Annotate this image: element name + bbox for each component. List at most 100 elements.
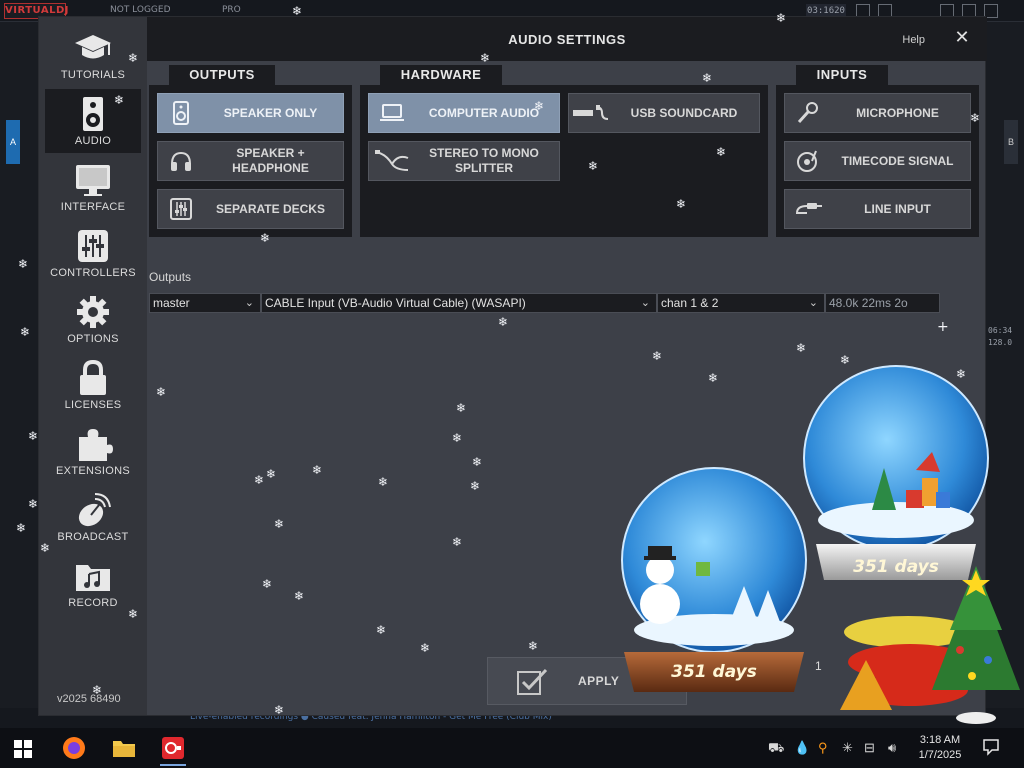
tray-drop-icon[interactable]: 💧 — [794, 740, 810, 756]
dialog-title: AUDIO SETTINGS — [508, 32, 626, 47]
sidebar-item-broadcast[interactable]: BROADCAST — [45, 485, 141, 549]
sidebar-item-audio[interactable]: AUDIO — [45, 89, 141, 153]
button-label-line1: SPEAKER + — [236, 146, 305, 160]
usb-soundcard-button[interactable]: USB SOUNDCARD — [568, 93, 760, 133]
volume-icon[interactable]: 🔊︎ — [888, 740, 896, 756]
sidebar-item-label: TUTORIALS — [60, 69, 126, 81]
globe-counter-text: 351 days — [853, 557, 939, 577]
hardware-tab: HARDWARE — [380, 65, 502, 85]
windows-taskbar: ⛟ 💧 ⚲ ✳ ⊟ 🔊︎ 3:18 AM 1/7/2025 — [0, 728, 1024, 768]
computer-audio-button[interactable]: COMPUTER AUDIO — [368, 93, 560, 133]
monitor-icon — [76, 165, 110, 196]
deck-a-tab[interactable]: A — [6, 120, 20, 164]
outputs-section-label: Outputs — [149, 270, 192, 284]
sidebar-item-label: INTERFACE — [60, 201, 126, 213]
taskbar-clock[interactable]: 3:18 AM 1/7/2025 — [912, 733, 968, 763]
active-app-indicator — [160, 764, 186, 766]
output-channels-select[interactable]: chan 1 & 2 ⌄ — [657, 293, 825, 313]
virtualdj-icon[interactable] — [161, 736, 185, 760]
notification-icon[interactable] — [982, 738, 1000, 756]
select-value: master — [153, 296, 190, 310]
select-value: chan 1 & 2 — [661, 296, 719, 310]
chevron-down-icon: ⌄ — [244, 297, 254, 309]
speaker-only-button[interactable]: SPEAKER ONLY — [157, 93, 344, 133]
timecode-signal-button[interactable]: TIMECODE SIGNAL — [784, 141, 971, 181]
line-input-button[interactable]: LINE INPUT — [784, 189, 971, 229]
button-label: MICROPHONE — [856, 105, 939, 120]
sidebar-item-label: AUDIO — [74, 135, 112, 147]
button-label: TIMECODE SIGNAL — [841, 153, 954, 168]
splitter-cable-icon — [375, 150, 409, 171]
background-window-button[interactable] — [984, 4, 998, 18]
version-label: v2025 68490 — [57, 693, 121, 705]
button-label: COMPUTER AUDIO — [428, 105, 540, 120]
sidebar-item-extensions[interactable]: EXTENSIONS — [45, 419, 141, 483]
clock-time: 3:18 AM — [919, 734, 961, 746]
gear-icon — [77, 296, 109, 328]
background-time-readout: 06:34 — [988, 326, 1013, 335]
chevron-down-icon: ⌄ — [640, 297, 650, 309]
sidebar-item-label: OPTIONS — [67, 333, 119, 345]
globe-counter-text: 351 days — [671, 662, 757, 682]
sidebar-item-record[interactable]: RECORD — [45, 551, 141, 615]
sidebar-item-licenses[interactable]: LICENSES — [45, 353, 141, 417]
sidebar-item-label: CONTROLLERS — [50, 267, 136, 279]
edition-label: PRO — [222, 5, 241, 15]
satellite-dish-icon — [78, 493, 111, 527]
deck-b-tab[interactable]: B — [1004, 120, 1018, 164]
add-output-icon[interactable]: + — [937, 320, 949, 334]
network-icon[interactable]: ⊟ — [864, 740, 875, 756]
inputs-tab: INPUTS — [796, 65, 888, 85]
graduation-cap-icon — [75, 35, 111, 59]
settings-sidebar: TUTORIALS AUDIO INTERFACE CONTROLLERS OP… — [39, 17, 147, 715]
snow-globe-tree: 351 days — [803, 365, 989, 580]
sidebar-item-label: EXTENSIONS — [56, 465, 130, 477]
latency-readout: 48.0k 22ms 2o — [825, 293, 940, 313]
sidebar-item-controllers[interactable]: CONTROLLERS — [45, 221, 141, 285]
sliders-icon — [78, 230, 108, 262]
speaker-headphone-button[interactable]: SPEAKER + HEADPHONE — [157, 141, 344, 181]
file-explorer-icon[interactable] — [112, 736, 136, 760]
dialog-titlebar: AUDIO SETTINGS Help ✕ — [147, 17, 987, 61]
button-label-line2: HEADPHONE — [232, 161, 309, 175]
mixer-icon — [170, 198, 192, 220]
tray-asterisk-icon[interactable]: ✳ — [842, 740, 853, 756]
help-button[interactable]: Help — [902, 34, 925, 46]
microphone-button[interactable]: MICROPHONE — [784, 93, 971, 133]
login-status: NOT LOGGED — [110, 5, 171, 15]
microphone-icon — [797, 102, 818, 124]
sidebar-item-interface[interactable]: INTERFACE — [45, 155, 141, 219]
button-label: LINE INPUT — [864, 201, 931, 216]
sidebar-item-options[interactable]: OPTIONS — [45, 287, 141, 351]
sidebar-item-label: LICENSES — [64, 399, 122, 411]
checkbox-icon — [517, 668, 548, 695]
firefox-icon[interactable] — [62, 736, 86, 760]
tray-app-icon[interactable]: ⛟ — [768, 740, 784, 756]
separate-decks-button[interactable]: SEPARATE DECKS — [157, 189, 344, 229]
headphone-icon — [171, 151, 191, 171]
music-folder-icon — [76, 565, 110, 591]
output-channel-select[interactable]: master ⌄ — [149, 293, 261, 313]
sidebar-item-label: BROADCAST — [57, 531, 129, 543]
stereo-mono-splitter-button[interactable]: STEREO TO MONO SPLITTER — [368, 141, 560, 181]
lock-icon — [80, 359, 106, 395]
button-label: SPEAKER ONLY — [223, 105, 318, 120]
windows-start-icon[interactable] — [14, 740, 32, 758]
button-label: USB SOUNDCARD — [630, 105, 738, 120]
snow-globe-snowman: 351 days — [621, 467, 807, 692]
tray-search-icon[interactable]: ⚲ — [818, 740, 828, 756]
select-value: CABLE Input (VB-Audio Virtual Cable) (WA… — [265, 296, 526, 310]
sidebar-item-tutorials[interactable]: TUTORIALS — [45, 23, 141, 87]
laptop-icon — [380, 104, 404, 121]
turntable-icon — [797, 150, 817, 172]
button-label-line1: STEREO TO MONO — [429, 146, 539, 160]
button-label-line2: SPLITTER — [454, 161, 513, 175]
chevron-down-icon: ⌄ — [808, 297, 818, 309]
line-cable-icon — [795, 203, 822, 214]
close-button[interactable]: ✕ — [953, 28, 971, 46]
christmas-tree — [840, 566, 1020, 724]
button-label: SEPARATE DECKS — [216, 201, 325, 216]
usb-icon — [573, 105, 609, 120]
holiday-decoration: 351 days 351 days — [621, 365, 1020, 724]
output-device-select[interactable]: CABLE Input (VB-Audio Virtual Cable) (WA… — [261, 293, 657, 313]
